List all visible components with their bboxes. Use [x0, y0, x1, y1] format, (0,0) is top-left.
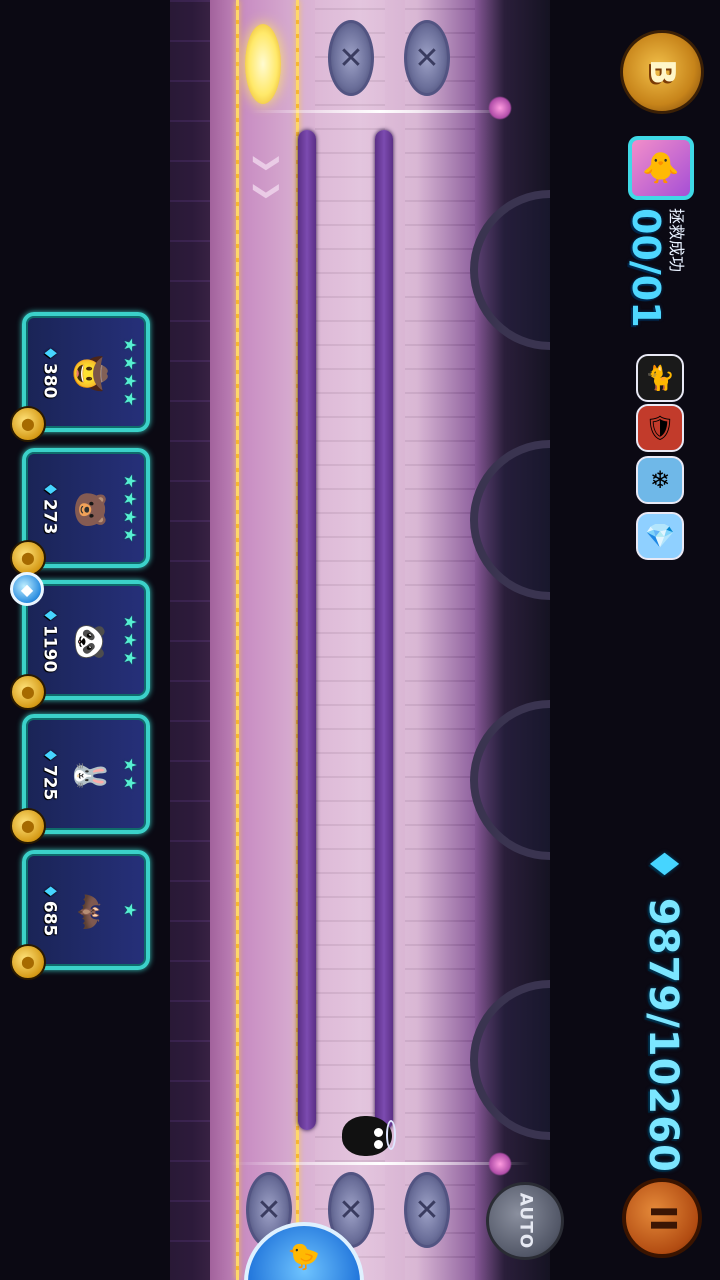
star-icon: ★ [120, 650, 140, 666]
unit-stars: ★ ★ ★ [120, 584, 140, 696]
star-icon: ★ [120, 775, 140, 791]
blue-gem-bonus-icon: ◆ [10, 572, 44, 606]
rescue-count: 00/01 [624, 208, 668, 328]
unit-portrait: 🦇 [72, 893, 108, 931]
star-icon: ★ [120, 757, 140, 773]
upgrade-coin-icon[interactable]: ⬤ [10, 808, 46, 844]
pause-button[interactable]: II [622, 1178, 702, 1258]
castle-arch [470, 980, 550, 1140]
rank-badge: B [620, 30, 704, 114]
top-glow-line [250, 110, 510, 113]
left-castle-wall [170, 0, 210, 1280]
bottom-glow-line [230, 1162, 530, 1165]
star-icon: ★ [120, 355, 140, 371]
spawn-portal [245, 24, 281, 104]
lane-channel [375, 130, 393, 1130]
pink-gem-ornament [488, 1152, 512, 1176]
unit-stars: ★ [120, 854, 140, 966]
stone-path [405, 0, 475, 1280]
upgrade-coin-icon[interactable]: ⬤ [10, 674, 46, 710]
chevron-down-icon: ❯ [251, 180, 282, 202]
duck-heart-icon: 🐥 [628, 136, 694, 200]
unit-portrait: 🐰 [72, 757, 108, 795]
upgrade-coin-icon[interactable]: ⬤ [10, 944, 46, 980]
upgrade-coin-icon[interactable]: ⬤ [10, 540, 46, 576]
enemy-eye [374, 1140, 383, 1149]
gem-counter: ♦ 9879/10260 [640, 846, 686, 1173]
star-icon: ★ [120, 373, 140, 389]
gem-icon: ♦ [640, 846, 686, 898]
star-icon: ★ [120, 491, 140, 507]
enemy-eye [374, 1128, 383, 1137]
pink-gem-ornament [488, 96, 512, 120]
unit-stars: ★ ★ ★ ★ [120, 316, 140, 428]
unit-stars: ★ ★ ★ ★ [120, 452, 140, 564]
star-icon: ★ [120, 614, 140, 630]
upgrade-coin-icon[interactable]: ⬤ [10, 406, 46, 442]
auto-label: AUTO [515, 1192, 535, 1250]
gem-icon: ♦ [39, 607, 60, 623]
star-icon: ★ [120, 527, 140, 543]
shield-boost-icon: 🛡 [636, 404, 684, 452]
enemy-halo [386, 1120, 396, 1150]
star-icon: ★ [120, 902, 140, 918]
battlefield: ✕ ✕ ✕ ✕ ✕ ❯ ❯ [170, 0, 550, 1280]
unit-portrait: 🤠 [72, 355, 108, 393]
castle-arch [470, 700, 550, 860]
unit-portrait: 🐻 [72, 491, 108, 529]
rank-letter: B [641, 59, 682, 85]
shadow-blob-enemy [342, 1110, 400, 1160]
star-icon: ★ [120, 391, 140, 407]
crossbones-medallion: ✕ [404, 20, 450, 96]
crossbones-medallion: ✕ [328, 20, 374, 96]
unit-stars: ★ ★ [120, 718, 140, 830]
star-icon: ★ [120, 509, 140, 525]
ice-crystal-boost-icon: ❄ [636, 456, 684, 504]
star-icon: ★ [120, 632, 140, 648]
castle-arch [470, 190, 550, 350]
skill-icon: 🐤 [287, 1242, 321, 1272]
star-icon: ★ [120, 473, 140, 489]
gem-count-value: 9879/10260 [640, 897, 686, 1173]
castle-arch [470, 440, 550, 600]
rescue-label: 拯救成功 [667, 208, 686, 273]
auto-button[interactable]: AUTO [486, 1182, 564, 1260]
gold-rail-left [236, 0, 239, 1280]
chevron-down-icon: ❯ [251, 152, 282, 174]
lane-channel [298, 130, 316, 1130]
blue-crystal-boost-icon: 💎 [636, 512, 684, 560]
enemy-body [342, 1116, 392, 1156]
black-cat-boost-icon: 🐈 [636, 354, 684, 402]
pause-icon: II [641, 1204, 683, 1232]
star-icon: ★ [120, 337, 140, 353]
crossbones-medallion: ✕ [404, 1172, 450, 1248]
unit-portrait: 🐼 [72, 623, 108, 661]
